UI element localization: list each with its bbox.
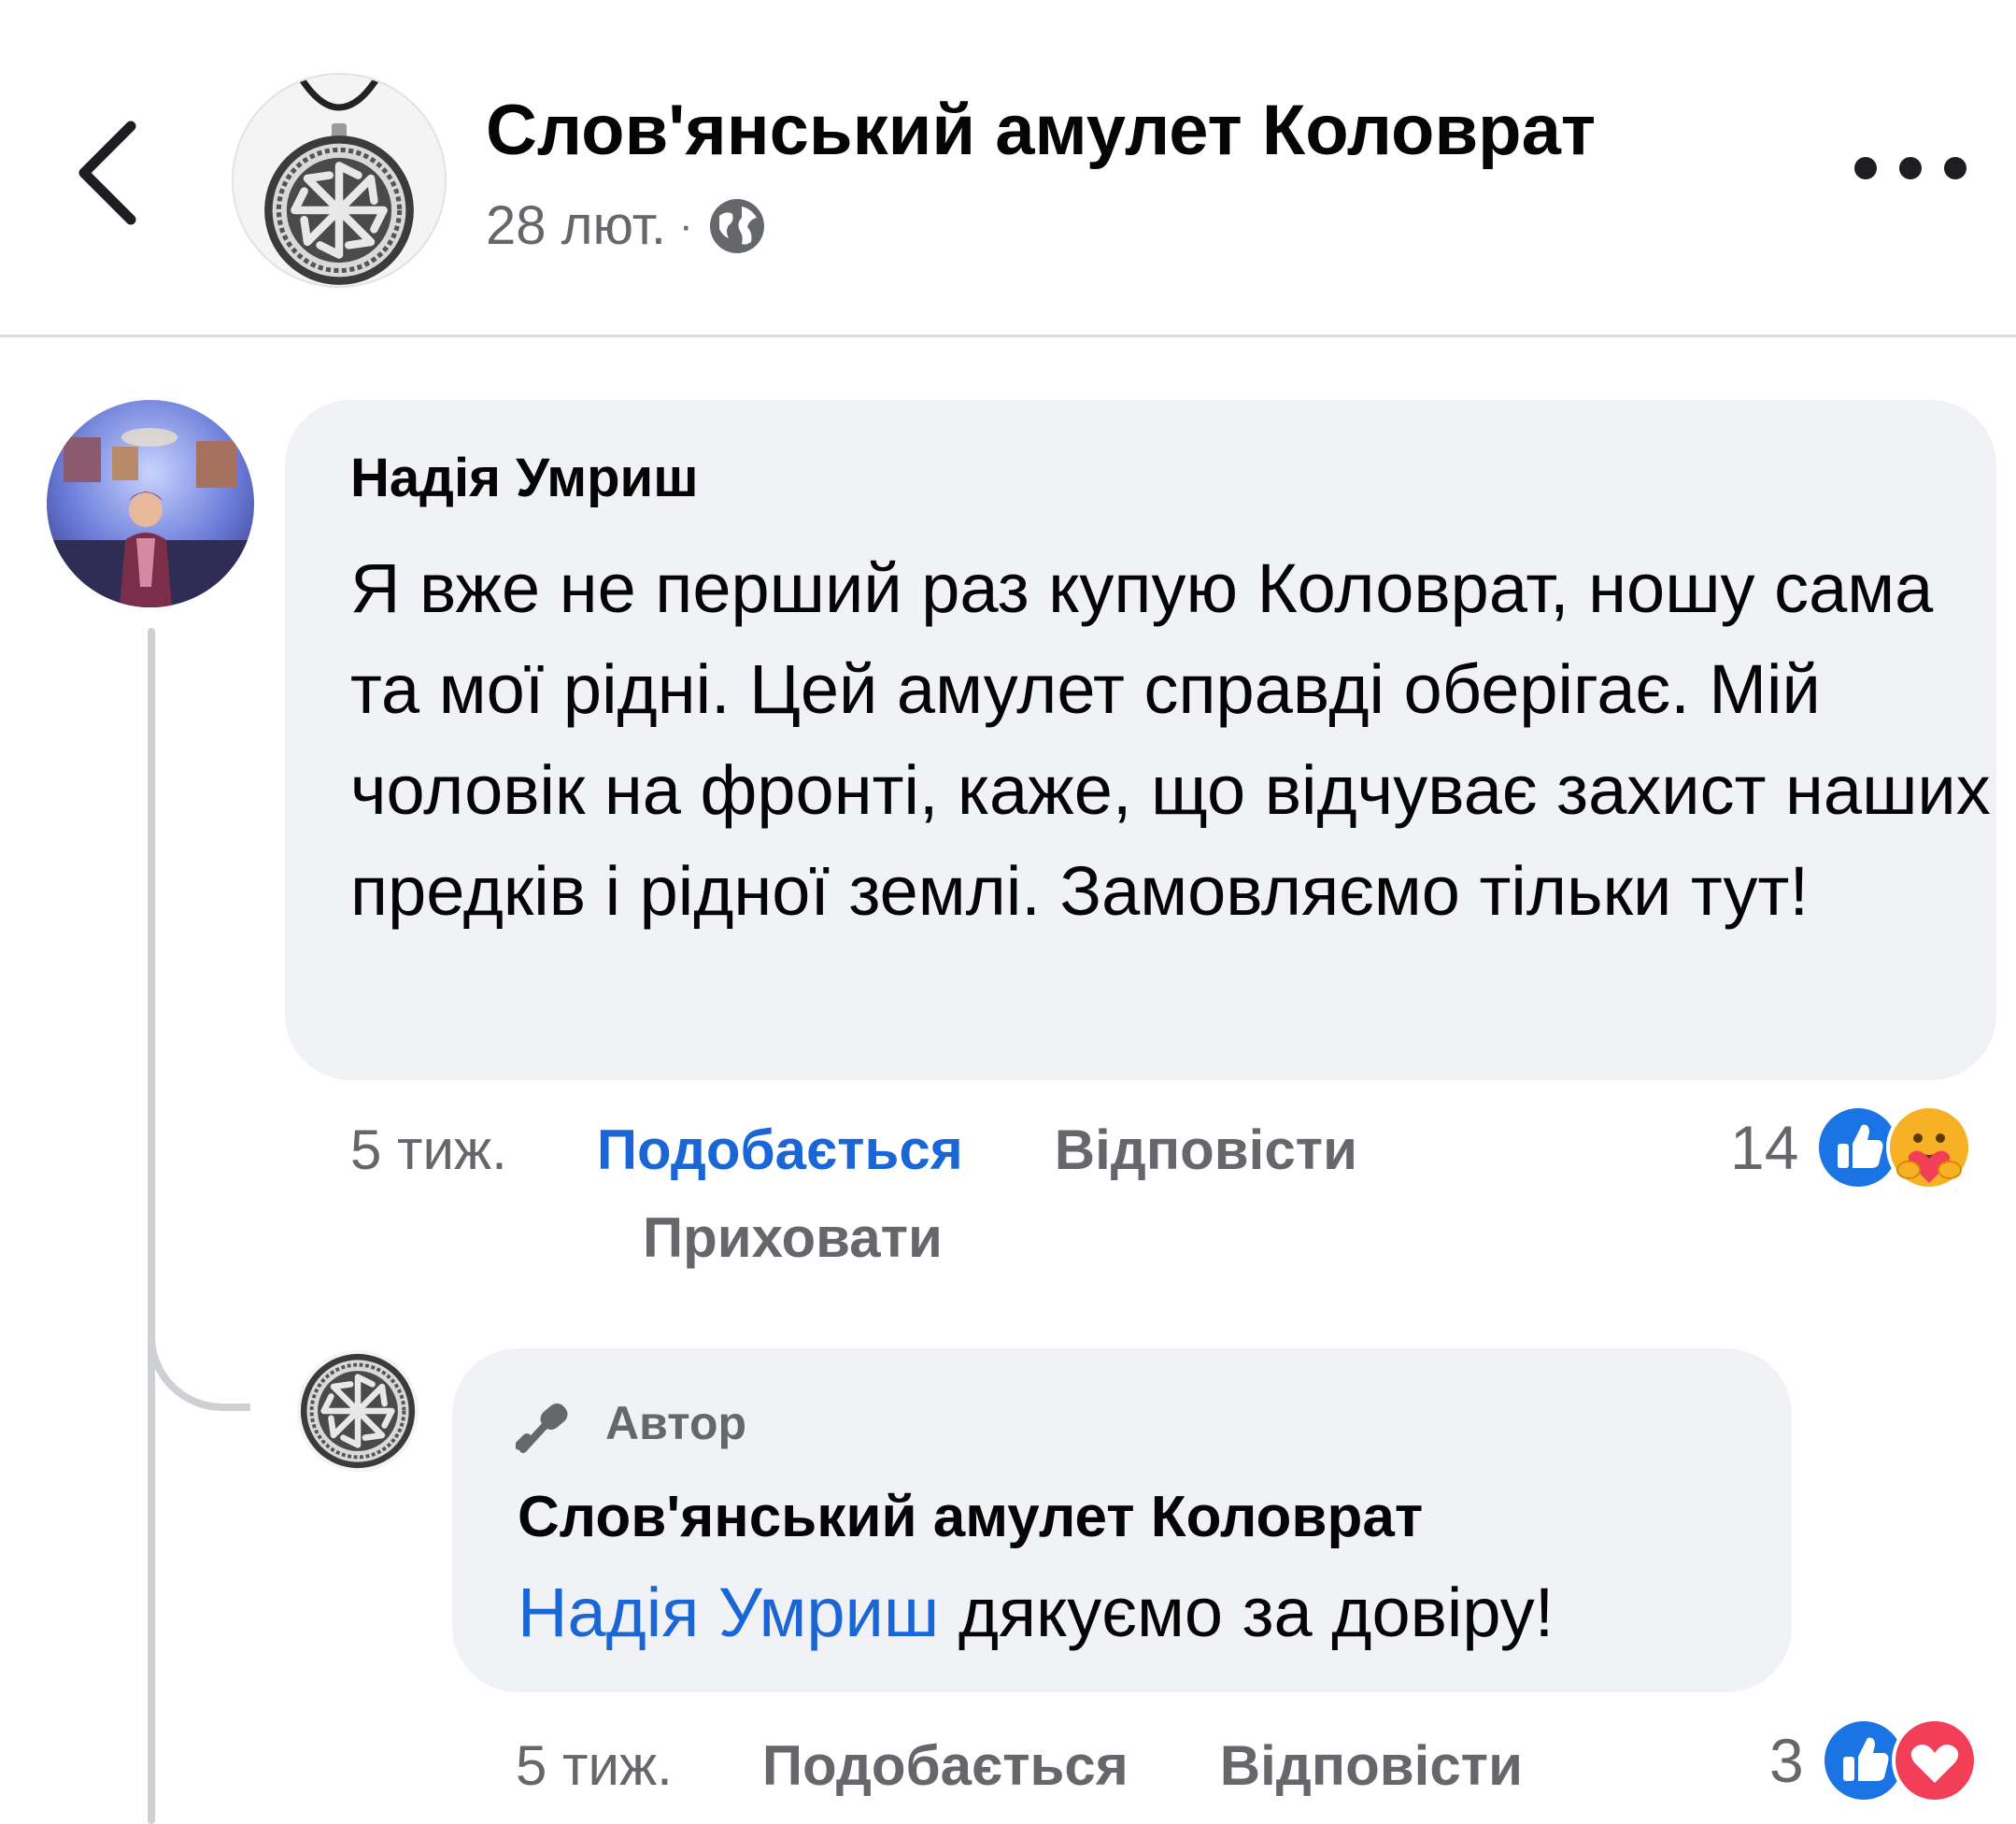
comment-author[interactable]: Надія Умриш (350, 447, 699, 509)
like-button[interactable]: Подобається (597, 1118, 963, 1182)
reply-button[interactable]: Відповісти (1055, 1118, 1357, 1182)
reply-reactions[interactable]: 3 (1769, 1717, 1978, 1803)
meta-separator: · (678, 202, 693, 249)
reply-author-avatar[interactable] (297, 1350, 419, 1472)
author-badge-label: Автор (605, 1397, 747, 1449)
reply-author[interactable]: Слов'янський амулет Коловрат (518, 1484, 1423, 1550)
reply-text: Надія Умриш дякуємо за довіру! (518, 1573, 1554, 1652)
reply-reaction-count: 3 (1769, 1726, 1804, 1795)
comment-bubble: Надія Умриш Я вже не перший раз купую Ко… (285, 400, 1996, 1080)
post-meta: 28 лют. · (486, 194, 768, 257)
thread-connector (148, 1261, 250, 1411)
globe-icon (709, 198, 764, 253)
reaction-count: 14 (1730, 1113, 1799, 1182)
commenter-avatar[interactable] (47, 400, 254, 607)
comment-text: Я вже не перший раз купую Коловрат, ношу… (350, 549, 1991, 930)
more-dots-icon (1854, 157, 1877, 179)
love-reaction-icon (1891, 1717, 1978, 1803)
comment-actions: 5 тиж. Подобається Відповісти (350, 1118, 1357, 1182)
post-date[interactable]: 28 лют. (486, 194, 666, 257)
comment-reactions[interactable]: 14 (1730, 1104, 1973, 1190)
back-button[interactable] (65, 112, 159, 234)
reply-time[interactable]: 5 тиж. (516, 1733, 673, 1798)
post-header: Слов'янський амулет Коловрат 28 лют. · (0, 0, 2016, 337)
reply-reply-button[interactable]: Відповісти (1220, 1733, 1523, 1798)
comment-time[interactable]: 5 тиж. (350, 1118, 507, 1182)
hide-button[interactable]: Приховати (643, 1205, 943, 1270)
microphone-icon (516, 1404, 568, 1453)
more-options-button[interactable] (1854, 145, 1966, 192)
care-reaction-icon (1886, 1104, 1973, 1190)
reply-actions: 5 тиж. Подобається Відповісти (516, 1733, 1523, 1798)
thread-line (148, 628, 155, 1824)
reply-like-button[interactable]: Подобається (762, 1733, 1129, 1798)
page-avatar[interactable] (232, 73, 447, 288)
mention-link[interactable]: Надія Умриш (518, 1574, 939, 1651)
chevron-left-icon (78, 121, 136, 225)
reply-bubble: Автор Слов'янський амулет Коловрат Надія… (452, 1348, 1792, 1692)
reply-message: дякуємо за довіру! (958, 1574, 1555, 1651)
author-badge: Автор (516, 1393, 746, 1453)
page-title[interactable]: Слов'янський амулет Коловрат (486, 90, 1596, 171)
comment-actions-row-2: Приховати (643, 1205, 943, 1270)
